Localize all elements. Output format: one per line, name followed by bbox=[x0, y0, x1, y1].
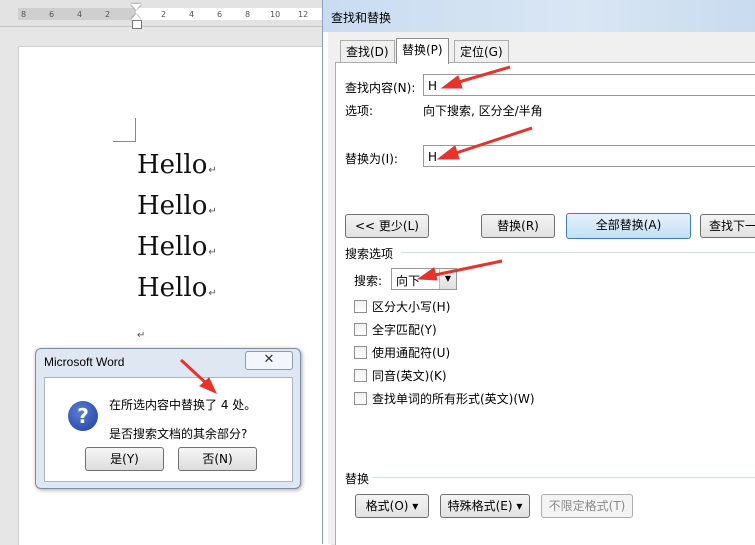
ruler: 8 6 4 2 2 4 6 8 10 12 bbox=[0, 0, 330, 29]
yes-button[interactable]: 是(Y) bbox=[85, 447, 164, 471]
ruler-tick: 8 bbox=[21, 10, 27, 19]
wildcards-checkbox[interactable] bbox=[354, 346, 367, 359]
close-icon[interactable]: ✕ bbox=[245, 351, 293, 370]
tab-goto[interactable]: 定位(G) bbox=[454, 40, 509, 63]
paragraph-mark: ↵ bbox=[137, 330, 146, 341]
left-indent-marker[interactable] bbox=[132, 20, 142, 29]
whole-word-label[interactable]: 全字匹配(Y) bbox=[372, 321, 437, 338]
find-replace-dialog: 查找和替换 查找(D) 替换(P) 定位(G) 查找内容(N): H 选项: 向… bbox=[322, 0, 755, 545]
ruler-tick: 2 bbox=[105, 10, 111, 19]
word-forms-checkbox[interactable] bbox=[354, 392, 367, 405]
format-button[interactable]: 格式(O) ▾ bbox=[355, 494, 429, 518]
question-icon: ? bbox=[68, 401, 98, 431]
no-formatting-button[interactable]: 不限定格式(T) bbox=[541, 494, 633, 518]
ruler-tick: 8 bbox=[245, 10, 251, 19]
sounds-like-label[interactable]: 同音(英文)(K) bbox=[372, 367, 447, 384]
tab-find[interactable]: 查找(D) bbox=[340, 40, 395, 63]
dialog-title: 查找和替换 bbox=[331, 11, 392, 25]
replace-input[interactable]: H bbox=[423, 145, 755, 167]
tab-replace[interactable]: 替换(P) bbox=[396, 38, 449, 64]
message-box-title: Microsoft Word bbox=[44, 355, 125, 369]
no-button[interactable]: 否(N) bbox=[178, 447, 257, 471]
replace-section-title: 替换 bbox=[345, 472, 370, 486]
match-case-checkbox[interactable] bbox=[354, 300, 367, 313]
ruler-tick: 6 bbox=[217, 10, 223, 19]
options-label: 选项: bbox=[345, 104, 374, 118]
replace-label: 替换为(I): bbox=[345, 152, 398, 166]
replace-all-button[interactable]: 全部替换(A) bbox=[566, 213, 691, 239]
search-options-title: 搜索选项 bbox=[345, 247, 394, 261]
chevron-down-icon[interactable]: ▼ bbox=[439, 269, 456, 289]
word-forms-label[interactable]: 查找单词的所有形式(英文)(W) bbox=[372, 390, 535, 407]
options-value: 向下搜索, 区分全/半角 bbox=[423, 104, 543, 118]
first-line-indent-marker[interactable] bbox=[131, 4, 141, 10]
find-next-button[interactable]: 查找下一 bbox=[700, 214, 755, 238]
sounds-like-checkbox[interactable] bbox=[354, 369, 367, 382]
group-divider bbox=[373, 477, 755, 478]
ruler-tick: 6 bbox=[49, 10, 55, 19]
message-box: Microsoft Word ✕ ? 在所选内容中替换了 4 处。 是否搜索文档… bbox=[35, 348, 301, 489]
special-format-button[interactable]: 特殊格式(E) ▾ bbox=[440, 494, 530, 518]
search-direction-select[interactable]: 向下 ▼ bbox=[391, 268, 457, 290]
message-text: 在所选内容中替换了 4 处。 bbox=[109, 398, 257, 412]
ruler-tick: 12 bbox=[298, 10, 309, 19]
ruler-tick: 4 bbox=[189, 10, 195, 19]
find-label: 查找内容(N): bbox=[345, 81, 416, 95]
wildcards-label[interactable]: 使用通配符(U) bbox=[372, 344, 450, 361]
document-line[interactable]: Hello↵ bbox=[137, 191, 217, 227]
search-direction-value: 向下 bbox=[396, 274, 421, 288]
group-divider bbox=[401, 252, 755, 253]
less-button[interactable]: << 更少(L) bbox=[345, 214, 429, 238]
ruler-tick: 2 bbox=[161, 10, 167, 19]
match-case-label[interactable]: 区分大小写(H) bbox=[372, 298, 450, 315]
message-question: 是否搜索文档的其余部分? bbox=[109, 427, 248, 441]
document-line[interactable]: Hello↵ bbox=[137, 232, 217, 268]
document-line[interactable]: Hello↵ bbox=[137, 273, 217, 309]
margin-corner-mark bbox=[135, 118, 136, 142]
message-box-content: ? 在所选内容中替换了 4 处。 是否搜索文档的其余部分? 是(Y) 否(N) bbox=[44, 377, 293, 482]
whole-word-checkbox[interactable] bbox=[354, 323, 367, 336]
document-line[interactable]: Hello↵ bbox=[137, 150, 217, 186]
margin-corner-mark bbox=[113, 141, 136, 142]
dialog-titlebar[interactable]: 查找和替换 bbox=[323, 0, 755, 32]
ruler-tick: 10 bbox=[270, 10, 281, 19]
find-input[interactable]: H bbox=[423, 74, 755, 96]
ruler-tick: 4 bbox=[77, 10, 83, 19]
replace-button[interactable]: 替换(R) bbox=[481, 214, 555, 238]
search-direction-label: 搜索: bbox=[354, 274, 383, 288]
